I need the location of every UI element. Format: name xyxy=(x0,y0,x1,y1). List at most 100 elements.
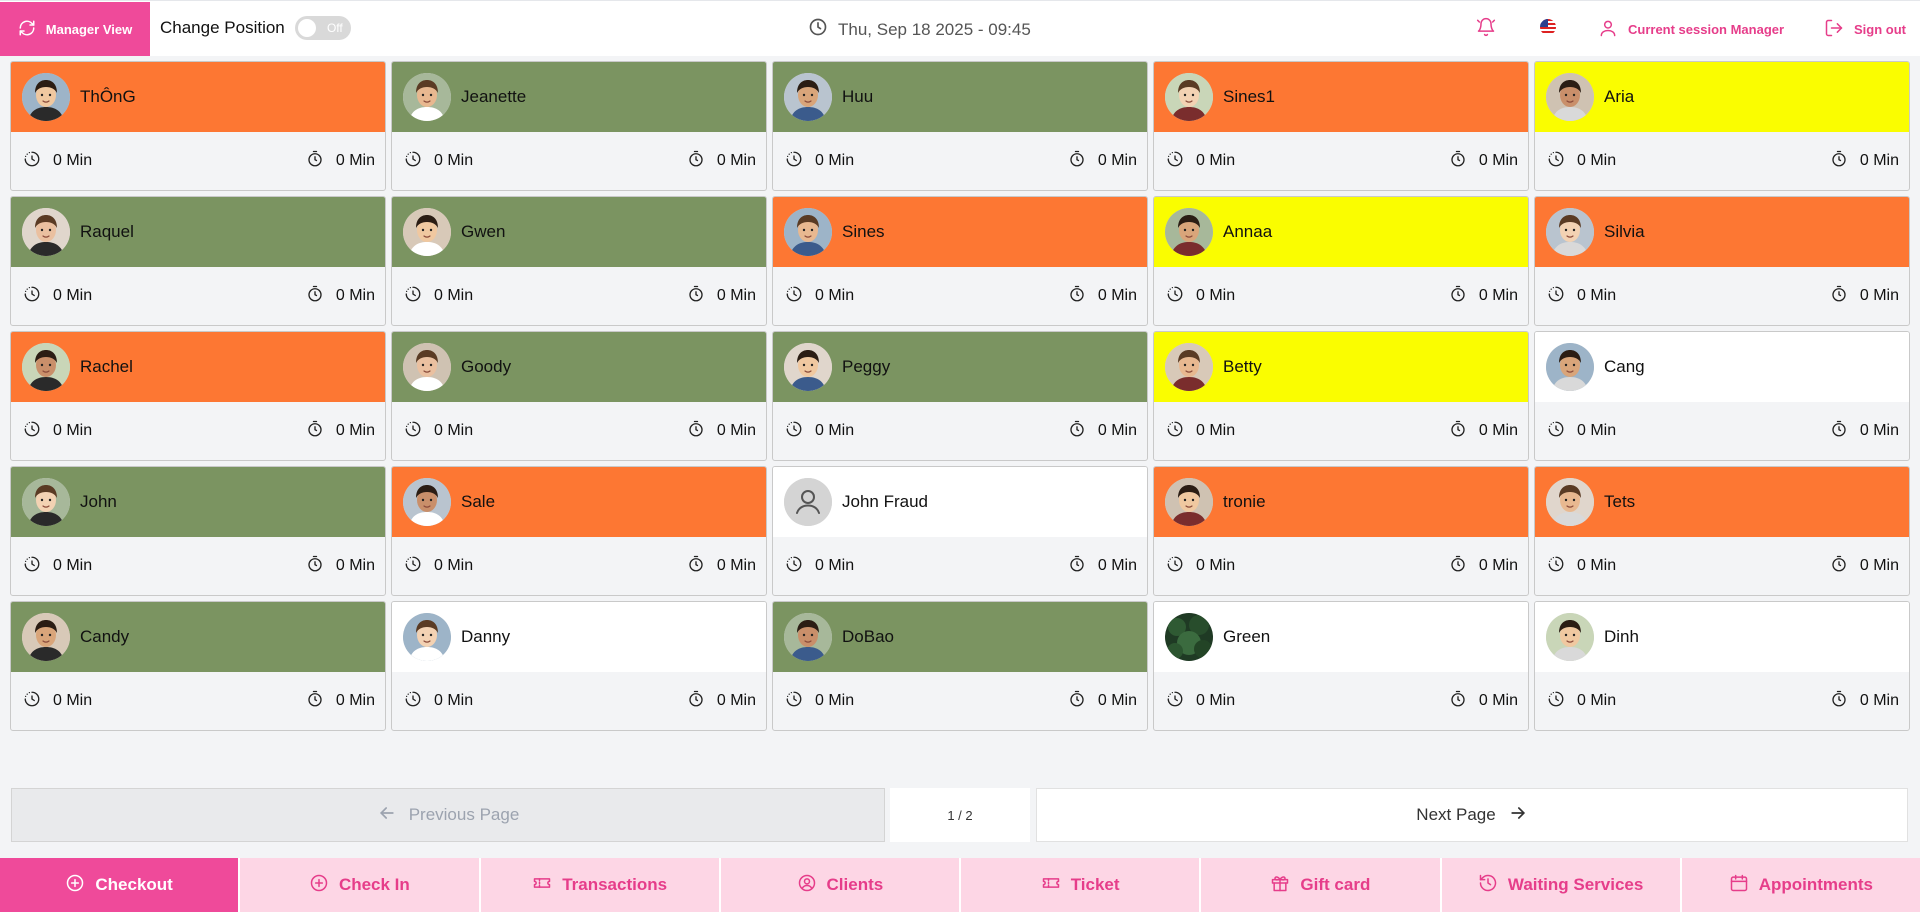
stopwatch-icon xyxy=(1830,285,1848,308)
staff-card[interactable]: John 0 Min 0 Min xyxy=(10,466,386,596)
stopwatch-icon xyxy=(1068,690,1086,713)
staff-name: Raquel xyxy=(80,222,134,241)
working-time-value: 0 Min xyxy=(434,422,474,439)
nav-transactions[interactable]: Transactions xyxy=(480,858,719,912)
nav-label: Gift card xyxy=(1300,875,1371,894)
clock-dashed-icon xyxy=(23,555,41,578)
staff-card[interactable]: Annaa 0 Min 0 Min xyxy=(1153,196,1529,326)
avatar xyxy=(1165,478,1213,526)
previous-page-button[interactable]: Previous Page xyxy=(11,788,885,842)
change-position: Change Position Off xyxy=(160,10,351,46)
working-time: 0 Min xyxy=(23,285,92,308)
working-time: 0 Min xyxy=(785,420,854,443)
staff-card-stats: 0 Min 0 Min xyxy=(392,402,766,460)
working-time: 0 Min xyxy=(785,150,854,173)
timer-value: 0 Min xyxy=(1478,422,1518,439)
timer-value: 0 Min xyxy=(1859,692,1899,709)
language-button[interactable] xyxy=(1522,7,1574,51)
staff-card-stats: 0 Min 0 Min xyxy=(1535,132,1909,190)
clock-dashed-icon xyxy=(23,150,41,173)
staff-name: Rachel xyxy=(80,357,133,376)
staff-card[interactable]: Candy 0 Min 0 Min xyxy=(10,601,386,731)
staff-card[interactable]: Cang 0 Min 0 Min xyxy=(1534,331,1910,461)
nav-gift-card[interactable]: Gift card xyxy=(1201,858,1440,912)
staff-card[interactable]: Aria 0 Min 0 Min xyxy=(1534,61,1910,191)
staff-card[interactable]: Rachel 0 Min 0 Min xyxy=(10,331,386,461)
current-session-button[interactable]: Current session Manager xyxy=(1598,7,1784,51)
staff-card[interactable]: Betty 0 Min 0 Min xyxy=(1153,331,1529,461)
staff-card-stats: 0 Min 0 Min xyxy=(1154,537,1528,595)
staff-card[interactable]: tronie 0 Min 0 Min xyxy=(1153,466,1529,596)
staff-card[interactable]: Jeanette 0 Min 0 Min xyxy=(391,61,767,191)
staff-name: Danny xyxy=(461,627,511,646)
staff-card[interactable]: ThÔnG 0 Min 0 Min xyxy=(10,61,386,191)
staff-card[interactable]: Sines 0 Min 0 Min xyxy=(772,196,1148,326)
clock-icon xyxy=(808,17,828,42)
working-time-value: 0 Min xyxy=(1196,422,1236,439)
sign-out-icon xyxy=(1824,18,1844,41)
arrow-left-icon xyxy=(377,803,397,828)
working-time: 0 Min xyxy=(1166,420,1235,443)
bottom-navigation: Checkout Check In Transactions Clients Ticke… xyxy=(0,858,1920,912)
staff-card[interactable]: Tets 0 Min 0 Min xyxy=(1534,466,1910,596)
staff-card[interactable]: Gwen 0 Min 0 Min xyxy=(391,196,767,326)
sign-out-button[interactable]: Sign out xyxy=(1824,7,1906,51)
nav-appointments[interactable]: Appointments xyxy=(1681,858,1920,912)
clock-dashed-icon xyxy=(1166,285,1184,308)
next-page-label: Next Page xyxy=(1416,805,1496,824)
stopwatch-icon xyxy=(306,420,324,443)
current-session-label: Current session Manager xyxy=(1628,21,1785,37)
staff-card-stats: 0 Min 0 Min xyxy=(392,537,766,595)
stopwatch-icon xyxy=(306,555,324,578)
staff-card[interactable]: John Fraud 0 Min 0 Min xyxy=(772,466,1148,596)
working-time: 0 Min xyxy=(23,150,92,173)
staff-card[interactable]: Raquel 0 Min 0 Min xyxy=(10,196,386,326)
staff-card[interactable]: DoBao 0 Min 0 Min xyxy=(772,601,1148,731)
nav-clients[interactable]: Clients xyxy=(720,858,959,912)
working-time: 0 Min xyxy=(404,150,473,173)
staff-card[interactable]: Dinh 0 Min 0 Min xyxy=(1534,601,1910,731)
nav-check-in[interactable]: Check In xyxy=(240,858,479,912)
manager-view-label: Manager View xyxy=(45,21,133,37)
staff-name: Gwen xyxy=(461,222,506,241)
nav-ticket[interactable]: Ticket xyxy=(961,858,1200,912)
plus-circle-icon xyxy=(65,873,85,898)
staff-card[interactable]: Huu 0 Min 0 Min xyxy=(772,61,1148,191)
stopwatch-icon xyxy=(1830,420,1848,443)
staff-card[interactable]: Goody 0 Min 0 Min xyxy=(391,331,767,461)
nav-checkout[interactable]: Checkout xyxy=(0,858,239,912)
notification-bell-button[interactable] xyxy=(1460,7,1512,51)
timer-value: 0 Min xyxy=(716,422,756,439)
avatar xyxy=(403,208,451,256)
staff-card-header: Candy xyxy=(11,602,385,672)
toggle-knob xyxy=(297,19,316,37)
timer-value: 0 Min xyxy=(716,692,756,709)
timer-value: 0 Min xyxy=(1859,287,1899,304)
avatar xyxy=(784,73,832,121)
timer: 0 Min xyxy=(687,285,756,308)
staff-card[interactable]: Danny 0 Min 0 Min xyxy=(391,601,767,731)
timer: 0 Min xyxy=(1830,150,1899,173)
staff-card-header: tronie xyxy=(1154,467,1528,537)
clock-dashed-icon xyxy=(785,150,803,173)
nav-waiting-services[interactable]: Waiting Services xyxy=(1441,858,1680,912)
avatar xyxy=(784,208,832,256)
staff-card[interactable]: Sines1 0 Min 0 Min xyxy=(1153,61,1529,191)
working-time-value: 0 Min xyxy=(1577,692,1617,709)
staff-card[interactable]: Sale 0 Min 0 Min xyxy=(391,466,767,596)
datetime-text: Thu, Sep 18 2025 - 09:45 xyxy=(838,19,1031,39)
staff-card-stats: 0 Min 0 Min xyxy=(773,267,1147,325)
manager-view-button[interactable]: Manager View xyxy=(0,2,150,56)
staff-name: Goody xyxy=(461,357,512,376)
staff-card[interactable]: Silvia 0 Min 0 Min xyxy=(1534,196,1910,326)
working-time-value: 0 Min xyxy=(815,152,855,169)
change-position-toggle[interactable]: Off xyxy=(294,16,351,40)
staff-card-stats: 0 Min 0 Min xyxy=(1154,267,1528,325)
timer-value: 0 Min xyxy=(716,557,756,574)
working-time-value: 0 Min xyxy=(815,422,855,439)
next-page-button[interactable]: Next Page xyxy=(1036,788,1908,842)
staff-card[interactable]: Peggy 0 Min 0 Min xyxy=(772,331,1148,461)
staff-card-header: Tets xyxy=(1535,467,1909,537)
timer-value: 0 Min xyxy=(1859,557,1899,574)
staff-card[interactable]: Green 0 Min 0 Min xyxy=(1153,601,1529,731)
